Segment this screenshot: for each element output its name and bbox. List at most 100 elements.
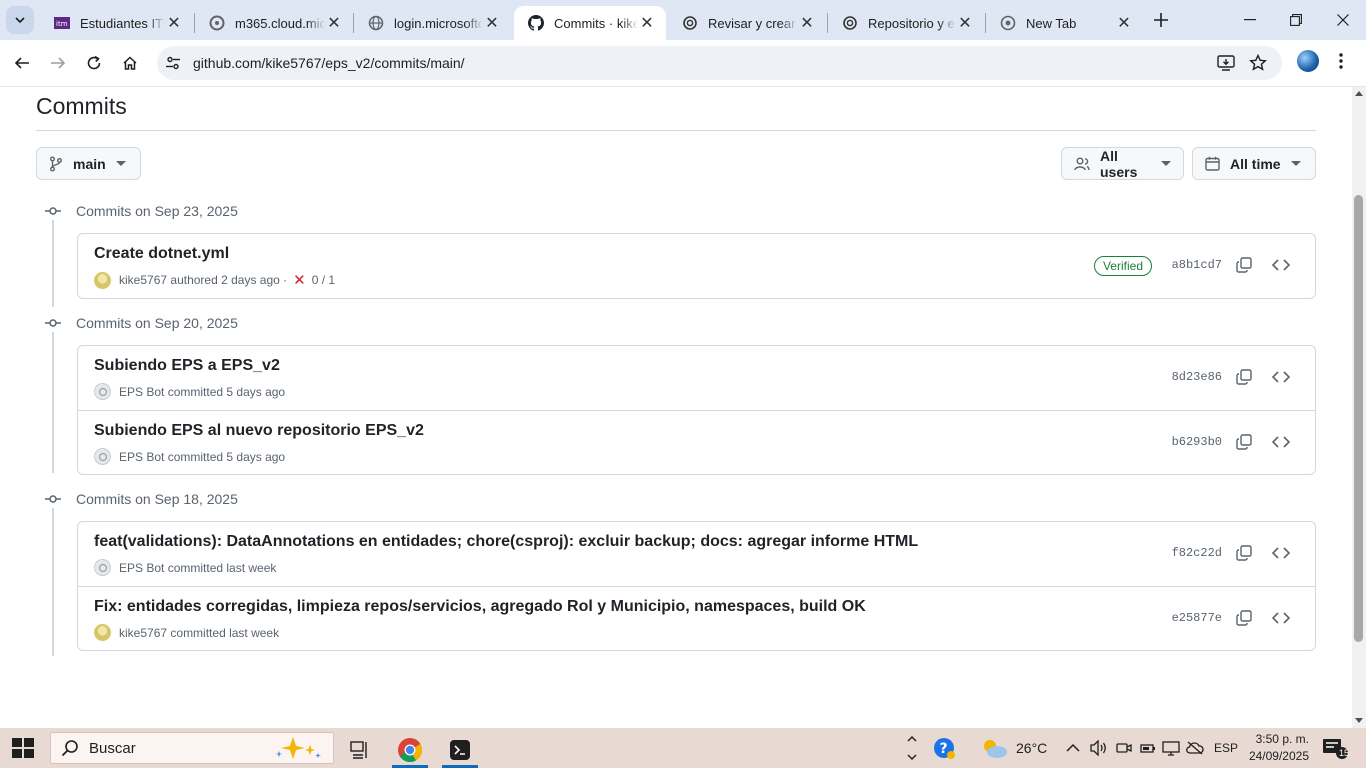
users-filter-button[interactable]: All users [1061,147,1184,180]
tab-repositorio-estructura[interactable]: Repositorio y estructura ✕ [828,6,984,40]
copy-icon[interactable] [1235,544,1253,562]
new-tab-button[interactable] [1149,8,1173,32]
close-tab-icon[interactable]: ✕ [165,14,183,32]
author-link[interactable]: kike5767 [119,626,167,640]
avatar[interactable] [94,559,111,576]
home-button[interactable] [115,48,145,78]
battery-icon[interactable] [1140,728,1156,768]
commit-meta: EPS Bot committed last week [94,559,276,576]
install-app-icon[interactable] [1217,54,1235,77]
restore-icon [1290,14,1302,26]
task-view-button[interactable] [338,732,382,768]
close-tab-icon[interactable]: ✕ [483,14,501,32]
tab-title: m365.cloud.microsoft [235,15,325,31]
commit-sha-link[interactable]: a8b1cd7 [1172,258,1222,272]
scrollbar-thumb[interactable] [1354,195,1363,642]
page-scrollbar[interactable] [1352,87,1366,728]
svg-text:itm: itm [56,20,68,28]
tab-commits[interactable]: Commits · kike5767/eps_v2 ✕ [514,6,666,40]
tab-login-microsoft[interactable]: login.microsoftonline.com ✕ [354,6,511,40]
commit-row: feat(validations): DataAnnotations en en… [78,522,1315,586]
commit-sha-link[interactable]: 8d23e86 [1172,370,1222,384]
speaker-icon[interactable] [1090,728,1108,768]
minimize-button[interactable] [1227,6,1273,34]
url-text[interactable]: github.com/kike5767/eps_v2/commits/main/ [193,55,465,71]
commit-message-link[interactable]: Subiendo EPS al nuevo repositorio EPS_v2 [94,422,424,440]
input-language[interactable]: ESP [1214,728,1238,768]
commit-sha-link[interactable]: b6293b0 [1172,435,1222,449]
close-window-button[interactable] [1320,6,1366,34]
code-icon[interactable] [1271,256,1291,274]
time-filter-button[interactable]: All time [1192,147,1316,180]
close-tab-icon[interactable]: ✕ [798,14,816,32]
help-icon[interactable]: ? [932,728,956,768]
copilot-sparkle-icon[interactable] [263,735,325,761]
code-icon[interactable] [1271,433,1291,451]
notification-center[interactable]: 15 [1322,738,1349,765]
verified-badge[interactable]: Verified [1093,256,1152,276]
author-link[interactable]: kike5767 [119,273,167,287]
close-tab-icon[interactable]: ✕ [956,14,974,32]
commit-message-link[interactable]: Fix: entidades corregidas, limpieza repo… [94,598,866,616]
branch-selector-button[interactable]: main [36,147,141,180]
avatar[interactable] [94,624,111,641]
taskbar-chrome[interactable] [388,732,432,768]
avatar[interactable] [94,448,111,465]
checks-count[interactable]: 0 / 1 [312,273,335,287]
tab-revisar-crear[interactable]: Revisar y crear base ✕ [668,6,826,40]
tab-estudiantes-itm[interactable]: itm Estudiantes ITM ✕ [40,6,193,40]
network-icon[interactable] [1162,728,1180,768]
camera-icon[interactable] [1116,728,1132,768]
forward-button[interactable] [43,48,73,78]
address-bar[interactable]: github.com/kike5767/eps_v2/commits/main/ [157,46,1282,80]
copy-icon[interactable] [1235,368,1253,386]
check-failed-icon[interactable]: ✕ [293,271,306,289]
avatar[interactable] [94,383,111,400]
commit-meta: EPS Bot committed 5 days ago [94,383,285,400]
copy-icon[interactable] [1235,433,1253,451]
author-link[interactable]: EPS Bot [119,385,164,399]
clock-time: 3:50 p. m. [1255,732,1309,746]
scroll-up-arrow-icon[interactable] [1355,91,1363,96]
tab-new-tab[interactable]: New Tab ✕ [986,6,1143,40]
taskbar-app[interactable] [438,732,482,768]
profile-avatar[interactable] [1297,50,1319,72]
close-tab-icon[interactable]: ✕ [1115,14,1133,32]
commit-sha-link[interactable]: f82c22d [1172,546,1222,560]
code-icon[interactable] [1271,544,1291,562]
browser-menu-icon[interactable] [1338,52,1344,75]
commit-message-link[interactable]: feat(validations): DataAnnotations en en… [94,533,918,551]
site-settings-icon[interactable] [165,55,181,76]
show-hidden-icons[interactable] [906,728,918,768]
avatar[interactable] [94,271,111,289]
copy-icon[interactable] [1235,609,1253,627]
weather-widget[interactable]: 26°C [980,728,1047,768]
code-icon[interactable] [1271,368,1291,386]
copy-icon[interactable] [1235,256,1253,274]
close-tab-icon[interactable]: ✕ [638,14,656,32]
system-clock[interactable]: 3:50 p. m. 24/09/2025 [1245,731,1309,765]
reload-button[interactable] [79,48,109,78]
tab-search-button[interactable] [6,6,34,34]
windows-start-button[interactable] [12,738,34,758]
close-tab-icon[interactable]: ✕ [325,14,343,32]
tray-chevron-icon[interactable] [1066,728,1080,768]
commit-sha-link[interactable]: e25877e [1172,611,1222,625]
taskbar-search-box[interactable]: Buscar [50,732,334,764]
author-link[interactable]: EPS Bot [119,450,164,464]
back-button[interactable] [7,48,37,78]
restore-button[interactable] [1273,6,1319,34]
tab-m365[interactable]: m365.cloud.microsoft ✕ [195,6,353,40]
day-heading: Commits on Sep 23, 2025 [44,201,238,221]
cloud-offline-icon[interactable] [1186,728,1204,768]
timeline-line [52,499,54,656]
code-icon[interactable] [1271,609,1291,627]
commit-action: committed 5 days ago [167,449,286,464]
author-link[interactable]: EPS Bot [119,561,164,575]
branch-name: main [73,155,106,172]
scroll-down-arrow-icon[interactable] [1355,718,1363,723]
commit-message-link[interactable]: Subiendo EPS a EPS_v2 [94,357,280,375]
bookmark-star-icon[interactable] [1249,53,1267,77]
commit-message-link[interactable]: Create dotnet.yml [94,245,229,263]
users-filter-label: All users [1100,147,1138,180]
